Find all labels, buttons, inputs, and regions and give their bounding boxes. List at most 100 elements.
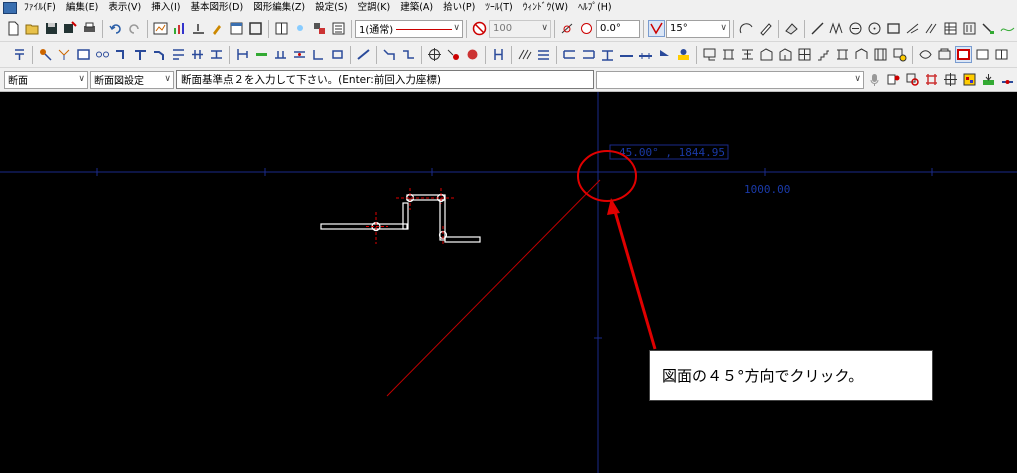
pipe-cross-icon[interactable]: [189, 46, 206, 63]
beam-icon[interactable]: [720, 46, 737, 63]
layer-copy-icon[interactable]: [311, 20, 328, 37]
pipe-color-icon[interactable]: [253, 46, 270, 63]
dim-baseline-icon[interactable]: [637, 46, 654, 63]
grid-text-icon[interactable]: [961, 20, 978, 37]
menu-takeoff[interactable]: 拾い(P): [439, 0, 481, 16]
menu-tools[interactable]: ﾂｰﾙ(T): [481, 0, 518, 16]
line-icon[interactable]: [809, 20, 826, 37]
pipe-union-icon[interactable]: [291, 46, 308, 63]
fitting-icon[interactable]: [37, 46, 54, 63]
grid-snap-icon[interactable]: [923, 71, 940, 88]
menu-file[interactable]: ﾌｧｲﾙ(F): [20, 0, 62, 16]
rectangle-icon[interactable]: [885, 20, 902, 37]
target-icon[interactable]: [426, 46, 443, 63]
slab-icon[interactable]: [834, 46, 851, 63]
redo-icon[interactable]: [126, 20, 143, 37]
dim-aligned-icon[interactable]: [599, 46, 616, 63]
column-icon[interactable]: [739, 46, 756, 63]
tool-arrow-icon[interactable]: [980, 20, 997, 37]
polyline-icon[interactable]: [828, 20, 845, 37]
baseline-icon[interactable]: [190, 20, 207, 37]
pipe-section-drawing[interactable]: [320, 193, 481, 243]
pipe-sleeve-icon[interactable]: [310, 46, 327, 63]
dim-horizontal-icon[interactable]: [561, 46, 578, 63]
connect-icon[interactable]: [445, 46, 462, 63]
menu-hvac[interactable]: 空調(K): [354, 0, 397, 16]
pipe-display-icon[interactable]: [999, 71, 1016, 88]
menu-insert[interactable]: 挿入(I): [147, 0, 186, 16]
brush-icon[interactable]: [209, 20, 226, 37]
frame-icon[interactable]: [247, 20, 264, 37]
new-file-icon[interactable]: [5, 20, 22, 37]
wall-icon[interactable]: [758, 46, 775, 63]
menu-help[interactable]: ﾍﾙﾌﾟ(H): [574, 0, 618, 16]
menu-shape-edit[interactable]: 図形編集(Z): [249, 0, 311, 16]
frame-split-icon[interactable]: [993, 46, 1010, 63]
pipe-joint-icon[interactable]: [208, 46, 225, 63]
table-icon[interactable]: [942, 20, 959, 37]
level-mark-icon[interactable]: [656, 46, 673, 63]
pipe-section-icon[interactable]: [234, 46, 251, 63]
pipe-reducer-icon[interactable]: [151, 46, 168, 63]
trim-icon[interactable]: [904, 20, 921, 37]
pipe-support-icon[interactable]: [329, 46, 346, 63]
link-icon[interactable]: [94, 46, 111, 63]
pipe-route-icon[interactable]: [381, 46, 398, 63]
dim-chain-icon[interactable]: [618, 46, 635, 63]
chart-icon[interactable]: [171, 20, 188, 37]
angle-input[interactable]: 0.0°: [596, 19, 640, 38]
menu-view[interactable]: 表示(V): [104, 0, 147, 16]
pipe-offset-icon[interactable]: [400, 46, 417, 63]
eraser-icon[interactable]: [783, 20, 800, 37]
layer-combo[interactable]: 1(通常) ∨: [355, 19, 463, 38]
search-layer-icon[interactable]: [904, 71, 921, 88]
save-icon[interactable]: [43, 20, 60, 37]
duct-vertical-icon[interactable]: [11, 46, 28, 63]
sparkle-icon[interactable]: [292, 20, 309, 37]
room-icon[interactable]: [701, 46, 718, 63]
branch-line-icon[interactable]: [490, 46, 507, 63]
arc-icon[interactable]: [738, 20, 755, 37]
rotate-icon[interactable]: [578, 20, 595, 37]
dim-stack-icon[interactable]: [535, 46, 552, 63]
hatch-icon[interactable]: [923, 20, 940, 37]
highlight-frame-icon[interactable]: [955, 46, 972, 63]
pipe-branch-icon[interactable]: [170, 46, 187, 63]
menu-edit[interactable]: 編集(E): [62, 0, 104, 16]
spiral-icon[interactable]: [464, 46, 481, 63]
command-input[interactable]: ∨: [596, 70, 864, 89]
crosshair-icon[interactable]: [942, 71, 959, 88]
menu-settings[interactable]: 設定(S): [311, 0, 353, 16]
angle-tool-icon[interactable]: [559, 20, 576, 37]
view-mode-combo[interactable]: 断面 ∨: [4, 70, 88, 89]
section-setting-combo[interactable]: 断面図設定 ∨: [90, 70, 174, 89]
print-area-icon[interactable]: [936, 46, 953, 63]
grid-line-icon[interactable]: [872, 46, 889, 63]
frame-plain-icon[interactable]: [974, 46, 991, 63]
equipment-icon[interactable]: [75, 46, 92, 63]
no-entry-icon[interactable]: [471, 20, 488, 37]
menu-architecture[interactable]: 建築(A): [396, 0, 439, 16]
menu-window[interactable]: ｳｨﾝﾄﾞｳ(W): [519, 0, 574, 16]
snap-angle-combo[interactable]: 15° ∨: [666, 19, 730, 38]
fixture-icon[interactable]: [891, 46, 908, 63]
undo-icon[interactable]: [107, 20, 124, 37]
pencil-icon[interactable]: [757, 20, 774, 37]
palette-icon[interactable]: [961, 71, 978, 88]
export-icon[interactable]: [980, 71, 997, 88]
open-folder-icon[interactable]: [24, 20, 41, 37]
snap-angle-icon[interactable]: [648, 20, 665, 37]
print-icon[interactable]: [81, 20, 98, 37]
roof-icon[interactable]: [853, 46, 870, 63]
pipe-bend-icon[interactable]: [113, 46, 130, 63]
microphone-icon[interactable]: [866, 71, 883, 88]
elevation-icon[interactable]: [675, 46, 692, 63]
layer-toggle-icon[interactable]: [917, 46, 934, 63]
save-as-icon[interactable]: [62, 20, 79, 37]
dim-vertical-icon[interactable]: [580, 46, 597, 63]
stair-icon[interactable]: [815, 46, 832, 63]
pipe-tee-icon[interactable]: [132, 46, 149, 63]
percent-combo[interactable]: 100 ∨: [489, 19, 551, 38]
slope-icon[interactable]: [355, 46, 372, 63]
window-frame-icon[interactable]: [796, 46, 813, 63]
